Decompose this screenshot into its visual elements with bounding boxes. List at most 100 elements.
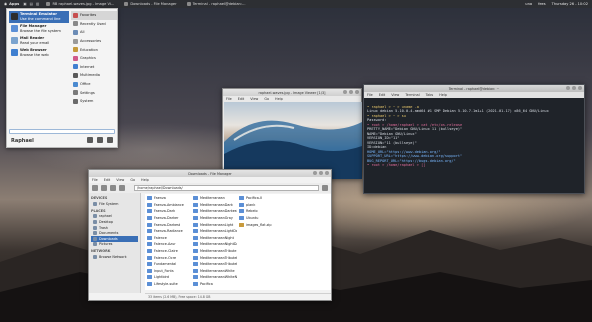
search-icon[interactable] [322,185,328,191]
menu-edit[interactable]: Edit [238,97,245,101]
file-item[interactable]: Faience-Claire [147,248,191,255]
lock-icon[interactable] [97,137,103,143]
file-item[interactable]: Rebelo [239,208,283,215]
taskbar-item-file-manager[interactable]: Downloads - File Manager [121,1,179,7]
menu-search-input[interactable] [9,129,115,134]
up-arrow-icon[interactable] [110,185,116,191]
file-item[interactable]: Lifestyle-suite [147,281,191,288]
menu-help[interactable]: Help [439,93,447,97]
file-item[interactable]: MediterraneanDarkest [193,208,237,215]
launcher-icon[interactable]: ▤ [30,2,33,6]
file-item[interactable]: Fundamental [147,261,191,268]
file-item[interactable]: Input_Fonts [147,268,191,275]
category-accessories[interactable]: Accessories [71,37,117,46]
file-item[interactable]: MediterraneanGray [193,215,237,222]
menu-terminal[interactable]: Terminal [405,93,419,97]
settings-icon[interactable] [87,137,93,143]
menu-file[interactable]: File [367,93,373,97]
category-recently-used[interactable]: Recently Used [71,20,117,29]
home-icon[interactable] [119,185,125,191]
file-item[interactable]: Faenza-Darkest [147,221,191,228]
minimize-icon[interactable] [566,86,570,90]
menu-item-mail-reader[interactable]: Mail Reader Read your email [9,35,69,47]
file-item[interactable]: Lightbird [147,274,191,281]
maximize-icon[interactable] [349,90,353,94]
file-item[interactable]: MediterraneanNight [193,235,237,242]
sidebar-item-pictures[interactable]: Pictures [91,242,138,248]
forward-arrow-icon[interactable] [101,185,107,191]
taskbar-item-terminal[interactable]: Terminal - raphael@debian:... [184,1,249,7]
sidebar-item-browse-network[interactable]: Browse Network [91,254,138,260]
location-bar[interactable]: /home/raphael/Downloads/ [134,185,319,191]
file-item[interactable]: Faenza-Radiance [147,228,191,235]
terminal-titlebar[interactable]: Terminal - raphael@debian: ~ [364,85,584,92]
menu-file[interactable]: File [92,178,98,182]
close-icon[interactable] [578,86,582,90]
minimize-icon[interactable] [343,90,347,94]
file-manager-titlebar[interactable]: Downloads - File Manager [89,170,331,177]
file-item[interactable]: MediterraneanTributeDark [193,261,237,268]
file-item[interactable]: MediterraneanTributeBlue [193,254,237,261]
menu-item-file-manager[interactable]: File Manager Browse the file system [9,23,69,35]
taskbar-item-image-viewer[interactable]: RB raphael-waves.jpg - Image Vi... [43,1,117,7]
file-item[interactable]: Faenza-Dark [147,208,191,215]
file-item[interactable]: Mediterranean [193,195,237,202]
menu-go[interactable]: Go [264,97,269,101]
file-item[interactable]: plank [239,202,283,209]
category-multimedia[interactable]: Multimedia [71,71,117,80]
category-graphics[interactable]: Graphics [71,54,117,63]
file-item[interactable]: Ubuntu [239,215,283,222]
menu-view[interactable]: View [250,97,258,101]
category-settings[interactable]: Settings [71,88,117,97]
file-name: Lifestyle-suite [154,282,178,287]
file-item[interactable]: Faience-Azur [147,241,191,248]
minimize-icon[interactable] [313,171,317,175]
apps-menu-button[interactable]: ◉ Apps [4,2,19,6]
sidebar-item-file-system[interactable]: File System [91,201,138,207]
category-education[interactable]: Education [71,45,117,54]
menu-item-web-browser[interactable]: Web Browser Browse the web [9,47,69,59]
file-item[interactable]: Faenza [147,195,191,202]
file-item[interactable]: Pacifica [193,281,237,288]
terminal-output[interactable]: • raphael > ~ > uname -a Linux debian 5.1… [364,98,584,179]
image-viewer-titlebar[interactable]: raphael-waves.jpg - Image Viewer [1/3] [223,89,361,96]
menu-item-terminal-emulator[interactable]: Terminal Emulator Use the command line [9,11,69,23]
file-item[interactable]: MediterraneanTribute [193,248,237,255]
file-item[interactable]: MediterraneanNightDarkest [193,241,237,248]
logout-icon[interactable] [107,137,113,143]
category-office[interactable]: Office [71,80,117,89]
menu-tabs[interactable]: Tabs [426,93,434,97]
menu-file[interactable]: File [226,97,232,101]
close-icon[interactable] [325,171,329,175]
file-item[interactable]: Pacifica-II [239,195,283,202]
menu-view[interactable]: View [116,178,124,182]
category-favorites[interactable]: Favorites [71,11,117,20]
category-system[interactable]: System [71,97,117,106]
menu-go[interactable]: Go [130,178,135,182]
back-arrow-icon[interactable] [92,185,98,191]
file-item[interactable]: Faience-Ocre [147,254,191,261]
maximize-icon[interactable] [319,171,323,175]
launcher-icon[interactable]: ▣ [23,2,26,6]
menu-help[interactable]: Help [141,178,149,182]
category-all[interactable]: All [71,28,117,37]
close-icon[interactable] [355,90,359,94]
maximize-icon[interactable] [572,86,576,90]
file-item[interactable]: MediterraneanWhite [193,268,237,275]
folder-icon [124,2,129,6]
clock[interactable]: Thursday 26 - 10:02 [552,2,588,6]
file-item[interactable]: Faenza-Darker [147,215,191,222]
menu-view[interactable]: View [391,93,399,97]
category-internet[interactable]: Internet [71,63,117,72]
file-item[interactable]: images_flat.zip [239,221,283,228]
menu-edit[interactable]: Edit [104,178,111,182]
file-item[interactable]: Faience [147,235,191,242]
file-item[interactable]: MediterraneanLight [193,221,237,228]
file-item[interactable]: MediterraneanWhiteNight [193,274,237,281]
launcher-icon[interactable]: ▥ [36,2,39,6]
file-item[interactable]: MediterraneanDark [193,202,237,209]
file-item[interactable]: Faenza-Ambiance [147,202,191,209]
menu-edit[interactable]: Edit [379,93,386,97]
file-item[interactable]: MediterraneanLightDarkest [193,228,237,235]
menu-help[interactable]: Help [275,97,283,101]
